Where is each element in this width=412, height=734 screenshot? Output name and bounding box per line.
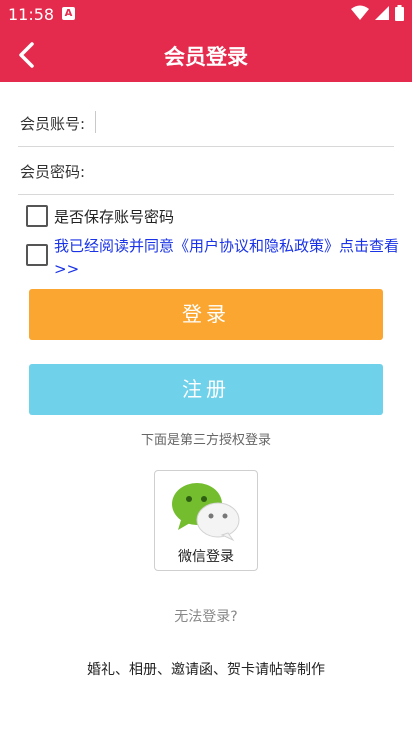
account-row: 会员账号: <box>18 100 394 147</box>
third-party-note: 下面是第三方授权登录 <box>140 433 271 448</box>
wechat-icon <box>172 483 240 542</box>
status-icons <box>351 5 404 21</box>
wechat-login-button[interactable]: 微信登录 <box>154 470 258 571</box>
account-input[interactable] <box>96 109 390 137</box>
register-button[interactable]: 注册 <box>29 364 383 415</box>
page-title: 会员登录 <box>164 45 248 69</box>
password-label: 会员密码: <box>20 163 86 181</box>
footer-text: 婚礼、相册、邀请函、贺卡请帖等制作 <box>87 662 325 678</box>
save-password-checkbox[interactable] <box>26 205 48 227</box>
save-password-label: 是否保存账号密码 <box>54 208 175 226</box>
cant-login-link[interactable]: 无法登录? <box>0 606 412 626</box>
password-row: 会员密码: <box>18 148 394 195</box>
wechat-login-label: 微信登录 <box>178 549 234 565</box>
cell-signal-icon <box>375 6 389 20</box>
status-bar: 11:58 A <box>0 0 412 28</box>
wifi-icon <box>351 5 369 20</box>
battery-icon <box>395 5 404 21</box>
header-bar: 会员登录 <box>0 28 412 82</box>
status-time: 11:58 <box>8 5 55 24</box>
password-input[interactable] <box>96 157 390 185</box>
account-label: 会员账号: <box>20 115 86 133</box>
agreement-link[interactable]: 我已经阅读并同意《用户协议和隐私政策》点击查看>> <box>54 235 399 281</box>
login-button[interactable]: 登录 <box>29 289 383 340</box>
agreement-checkbox[interactable] <box>26 244 48 266</box>
app-notification-icon: A <box>62 7 75 20</box>
